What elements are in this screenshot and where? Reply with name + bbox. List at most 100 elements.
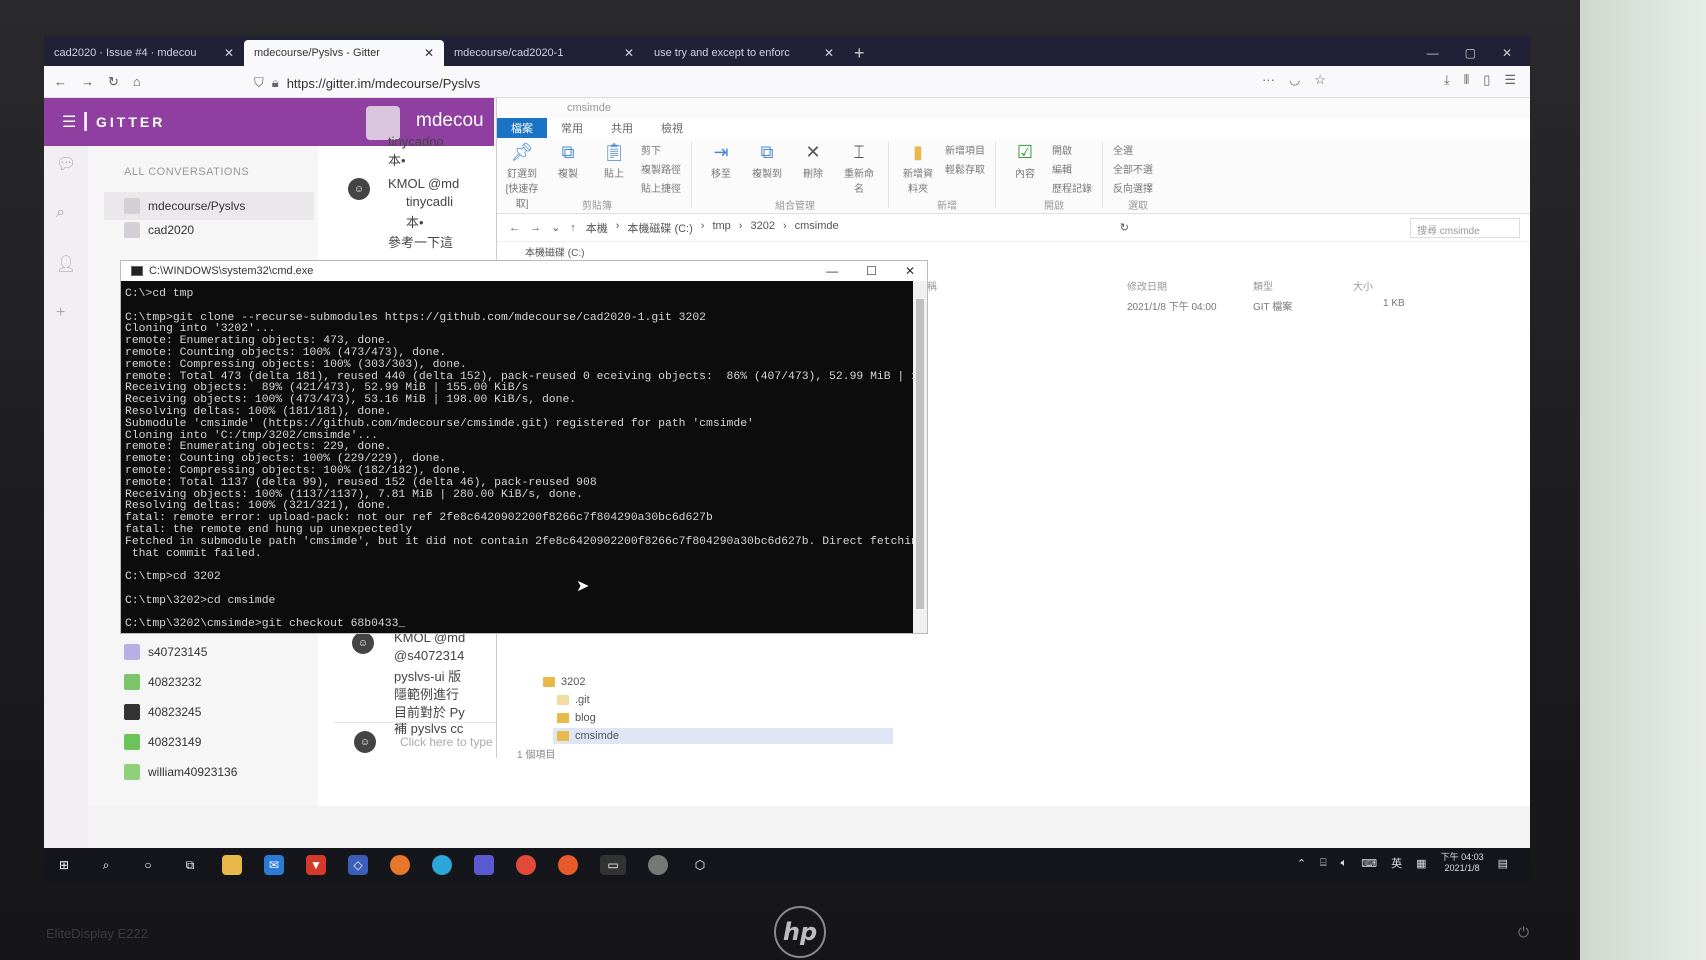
move-to-button[interactable]: ⇥ 移至 xyxy=(702,142,740,180)
menu-icon[interactable]: ☰ xyxy=(1504,72,1516,88)
scroll-thumb[interactable] xyxy=(916,299,924,609)
chevron-down-icon[interactable]: ⌄ xyxy=(551,221,560,234)
room-item[interactable]: cad2020 xyxy=(124,222,194,238)
pocket-icon[interactable]: ◡ xyxy=(1289,72,1300,88)
start-icon[interactable]: ⊞ xyxy=(54,855,74,875)
tree-folder[interactable]: blog xyxy=(557,712,596,724)
download-icon[interactable]: ⤓ xyxy=(1444,72,1450,88)
forward-icon[interactable]: → xyxy=(81,74,94,89)
cube-icon[interactable]: ⬡ xyxy=(690,855,710,875)
new-tab-button[interactable]: + xyxy=(844,40,875,66)
close-icon[interactable]: ✕ xyxy=(624,46,634,60)
breadcrumb-item[interactable]: cmsimde xyxy=(795,220,839,236)
cmd-taskbar-icon[interactable]: ▭ xyxy=(600,855,626,875)
close-icon[interactable]: ✕ xyxy=(224,46,234,60)
home-icon[interactable]: ⌂ xyxy=(133,74,141,89)
chrome-icon[interactable] xyxy=(516,855,536,875)
new-item-button[interactable]: 新增項目 xyxy=(945,142,985,157)
star-icon[interactable]: ☆ xyxy=(1314,72,1326,88)
tree-folder[interactable]: 3202 xyxy=(543,676,585,688)
tree-folder-selected[interactable]: cmsimde xyxy=(553,728,893,744)
nav-root-item[interactable]: 本機磁碟 (C:) xyxy=(525,244,584,259)
network-icon[interactable]: ⌸ xyxy=(1320,857,1327,870)
refresh-icon[interactable]: ↻ xyxy=(1120,221,1129,234)
more-icon[interactable]: ··· xyxy=(1262,72,1275,88)
history-button[interactable]: 歷程記錄 xyxy=(1052,180,1092,195)
app-icon[interactable] xyxy=(558,855,578,875)
up-icon[interactable]: ↑ xyxy=(570,222,576,234)
browser-tab[interactable]: cad2020 · Issue #4 · mdecou ✕ xyxy=(44,40,244,66)
copy-path-button[interactable]: 複製路徑 xyxy=(641,161,681,176)
avatar[interactable]: ☺ xyxy=(352,632,374,654)
people-icon[interactable]: 👤︎ xyxy=(56,254,76,274)
close-icon[interactable]: ✕ xyxy=(905,264,915,278)
reload-icon[interactable]: ↻ xyxy=(108,74,119,90)
cmd-titlebar[interactable]: C:\WINDOWS\system32\cmd.exe — ☐ ✕ xyxy=(121,261,927,281)
task-view-icon[interactable]: ⧉ xyxy=(180,855,200,875)
chat-icon[interactable]: 💬︎ xyxy=(56,154,76,174)
paste-shortcut-button[interactable]: 貼上捷徑 xyxy=(641,180,681,195)
select-none-button[interactable]: 全部不選 xyxy=(1113,161,1153,176)
edit-button[interactable]: 編輯 xyxy=(1052,161,1092,176)
invert-selection-button[interactable]: 反向選擇 xyxy=(1113,180,1153,195)
breadcrumb-item[interactable]: 本機磁碟 (C:) xyxy=(627,220,692,236)
copy-to-button[interactable]: ⧉ 複製到 xyxy=(748,142,786,180)
person-item[interactable]: 40823149 xyxy=(124,734,201,750)
column-size[interactable]: 大小 xyxy=(1353,278,1373,293)
tree-folder[interactable]: .git xyxy=(557,694,590,706)
edge-icon[interactable] xyxy=(432,855,452,875)
close-icon[interactable]: ✕ xyxy=(824,46,834,60)
input-language[interactable]: 英 xyxy=(1391,855,1402,871)
cmd-scrollbar[interactable] xyxy=(913,281,927,633)
paste-button[interactable]: 📋︎ 貼上 xyxy=(595,142,633,180)
notification-icon[interactable]: ▤ xyxy=(1498,857,1508,870)
avatar[interactable]: ☺ xyxy=(348,178,370,200)
add-icon[interactable]: + xyxy=(56,304,65,322)
cmd-output[interactable]: C:\>cd tmp C:\tmp>git clone --recurse-su… xyxy=(121,281,913,633)
back-icon[interactable]: ← xyxy=(54,74,67,89)
breadcrumb-item[interactable]: 本機 xyxy=(586,220,608,236)
forward-icon[interactable]: → xyxy=(530,222,541,234)
easy-access-button[interactable]: 輕鬆存取 xyxy=(945,161,985,176)
tab-view[interactable]: 檢視 xyxy=(647,118,697,138)
properties-button[interactable]: ☑ 內容 xyxy=(1006,142,1044,180)
minimize-icon[interactable]: — xyxy=(826,264,838,278)
person-item[interactable]: 40823245 xyxy=(124,704,201,720)
open-button[interactable]: 開啟 xyxy=(1052,142,1092,157)
sidebar-icon[interactable]: ▯ xyxy=(1483,72,1490,88)
library-icon[interactable]: ⫴ xyxy=(1464,72,1469,88)
cut-button[interactable]: 剪下 xyxy=(641,142,681,157)
rename-button[interactable]: ⌶ 重新命名 xyxy=(840,142,878,195)
keyboard-icon[interactable]: ⌨ xyxy=(1361,857,1377,870)
search-icon[interactable]: ⌕ xyxy=(96,855,116,875)
power-icon[interactable]: ⏻ xyxy=(1518,924,1529,941)
room-item[interactable]: mdecourse/Pyslvs xyxy=(104,192,314,220)
minimize-icon[interactable]: — xyxy=(1427,40,1439,66)
maximize-icon[interactable]: ☐ xyxy=(866,264,877,278)
firefox-icon[interactable] xyxy=(390,855,410,875)
select-all-button[interactable]: 全選 xyxy=(1113,142,1153,157)
close-icon[interactable]: ✕ xyxy=(424,46,434,60)
breadcrumb-item[interactable]: 3202 xyxy=(750,220,774,236)
column-type[interactable]: 類型 xyxy=(1253,278,1273,293)
browser-tab[interactable]: use try and except to enforc ✕ xyxy=(644,40,844,66)
browser-tab-active[interactable]: mdecourse/Pyslvs - Gitter ✕ xyxy=(244,40,444,66)
explorer-search-input[interactable]: 搜尋 cmsimde xyxy=(1409,217,1520,238)
person-item[interactable]: 40823232 xyxy=(124,674,201,690)
person-item[interactable]: william40923136 xyxy=(124,764,237,780)
breadcrumb-item[interactable]: tmp xyxy=(712,220,730,236)
back-icon[interactable]: ← xyxy=(509,222,520,234)
close-window-icon[interactable]: ✕ xyxy=(1502,40,1512,66)
tab-file[interactable]: 檔案 xyxy=(497,118,547,138)
mail-icon[interactable]: ✉ xyxy=(264,855,284,875)
cortana-icon[interactable]: ○ xyxy=(138,855,158,875)
app-icon[interactable] xyxy=(648,855,668,875)
person-item[interactable]: s40723145 xyxy=(124,644,207,660)
vscode-icon[interactable]: ◇ xyxy=(348,855,368,875)
new-folder-button[interactable]: ▮ 新增資料夾 xyxy=(899,142,937,195)
file-explorer-icon[interactable] xyxy=(222,855,242,875)
delete-button[interactable]: ✕ 刪除 xyxy=(794,142,832,180)
copy-button[interactable]: ⧉ 複製 xyxy=(549,142,587,180)
hamburger-icon[interactable]: ☰ ┃ xyxy=(62,112,90,132)
maximize-icon[interactable]: ▢ xyxy=(1465,40,1476,66)
